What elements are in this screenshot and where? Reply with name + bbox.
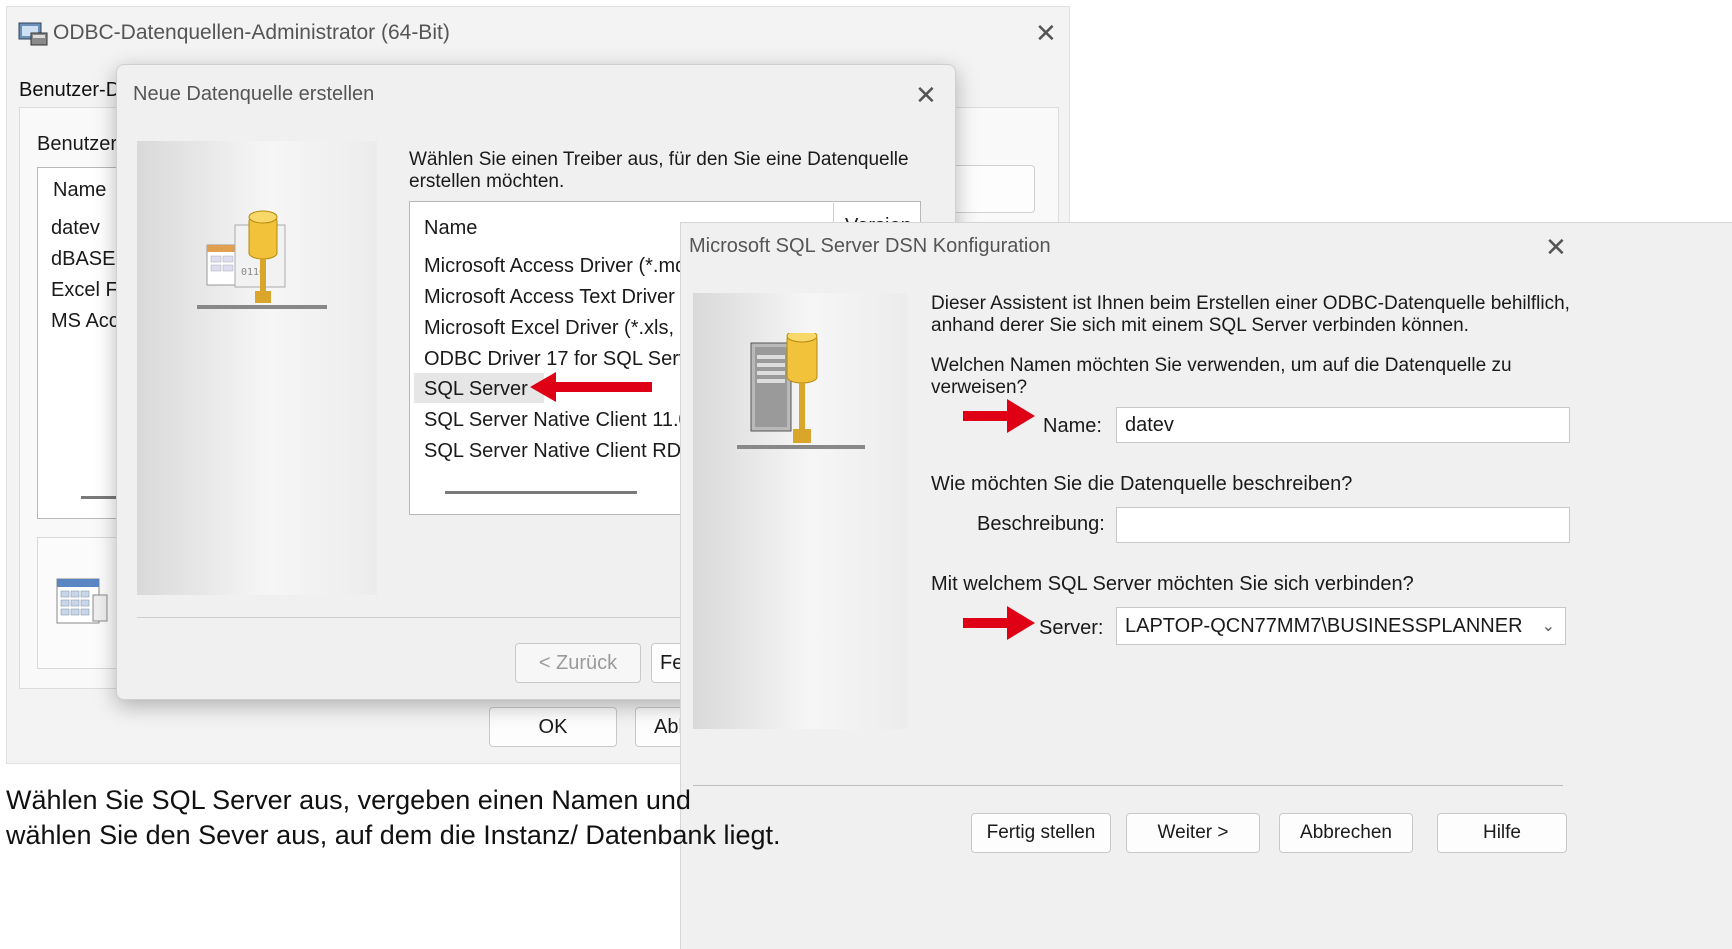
dsn-divider [693, 785, 1563, 786]
new-ds-close-icon[interactable]: ✕ [915, 83, 937, 109]
name-question: Welchen Namen möchten Sie verwenden, um … [931, 355, 1512, 398]
server-question: Mit welchem SQL Server möchten Sie sich … [931, 573, 1414, 595]
odbc-admin-title: ODBC-Datenquellen-Administrator (64-Bit) [53, 21, 450, 44]
server-combobox[interactable]: LAPTOP-QCN77MM7\BUSINESSPLANNER ⌄ [1116, 607, 1566, 645]
driver-item[interactable]: SQL Server Native Client RDA [424, 440, 694, 463]
odbc-app-icon [17, 19, 49, 47]
list-item[interactable]: Excel Fi [51, 279, 122, 302]
tab-benutzer-dsn[interactable]: Benutzer-D [19, 79, 120, 102]
driver-item[interactable]: Microsoft Access Text Driver ( [424, 286, 687, 309]
info-icon [55, 575, 111, 636]
description-question: Wie möchten Sie die Datenquelle beschrei… [931, 473, 1353, 495]
database-driver-icon: 0110 [197, 205, 327, 330]
driver-item[interactable]: Microsoft Access Driver (*.mdb [424, 255, 697, 278]
group-label: Benutzer [37, 133, 118, 155]
ok-button[interactable]: OK [489, 707, 617, 747]
description-input[interactable] [1116, 507, 1570, 543]
server-label: Server: [1039, 617, 1104, 639]
driver-item[interactable]: Microsoft Excel Driver (*.xls, *. [424, 317, 693, 340]
user-dsn-list-header[interactable]: Name [53, 179, 106, 202]
new-ds-instruction: Wählen Sie einen Treiber aus, für den Si… [409, 149, 909, 192]
finish-button[interactable]: Fertig stellen [971, 813, 1111, 853]
next-button[interactable]: Weiter > [1126, 813, 1260, 853]
odbc-side-button[interactable] [947, 165, 1035, 213]
server-combobox-value: LAPTOP-QCN77MM7\BUSINESSPLANNER [1125, 614, 1523, 637]
driver-list-scrollbar[interactable] [445, 491, 637, 494]
list-item[interactable]: MS Acc [51, 310, 119, 333]
driver-item[interactable]: ODBC Driver 17 for SQL Serv [424, 348, 689, 371]
dsn-intro-text: Dieser Assistent ist Ihnen beim Erstelle… [931, 293, 1570, 336]
caption-line-1: Wählen Sie SQL Server aus, vergeben eine… [6, 785, 691, 815]
server-computer-icon [737, 329, 867, 468]
dsn-config-title: Microsoft SQL Server DSN Konfiguration [689, 235, 1051, 257]
odbc-admin-close-icon[interactable]: ✕ [1035, 21, 1057, 47]
name-label: Name: [1043, 415, 1102, 437]
arrow-name-field [963, 399, 1037, 438]
list-item[interactable]: datev [51, 217, 100, 240]
description-label: Beschreibung: [977, 513, 1105, 535]
driver-column-name[interactable]: Name [424, 217, 477, 240]
back-button[interactable]: < Zurück [515, 643, 641, 683]
list-item[interactable]: dBASE [51, 248, 115, 271]
help-button[interactable]: Hilfe [1437, 813, 1567, 853]
new-ds-title: Neue Datenquelle erstellen [133, 83, 375, 105]
name-input[interactable]: datev [1116, 407, 1570, 443]
driver-item-selected[interactable]: SQL Server [424, 378, 528, 401]
arrow-server-field [963, 606, 1037, 645]
driver-item[interactable]: SQL Server Native Client 11.0 [424, 409, 690, 432]
caption-line-2: wählen Sie den Sever aus, auf dem die In… [6, 820, 781, 850]
cancel-button[interactable]: Abbrechen [1279, 813, 1413, 853]
arrow-sql-server [530, 372, 654, 407]
chevron-down-icon[interactable]: ⌄ [1542, 616, 1555, 636]
dsn-config-dialog: Microsoft SQL Server DSN Konfiguration ✕… [680, 222, 1732, 949]
dsn-config-close-icon[interactable]: ✕ [1545, 235, 1567, 261]
